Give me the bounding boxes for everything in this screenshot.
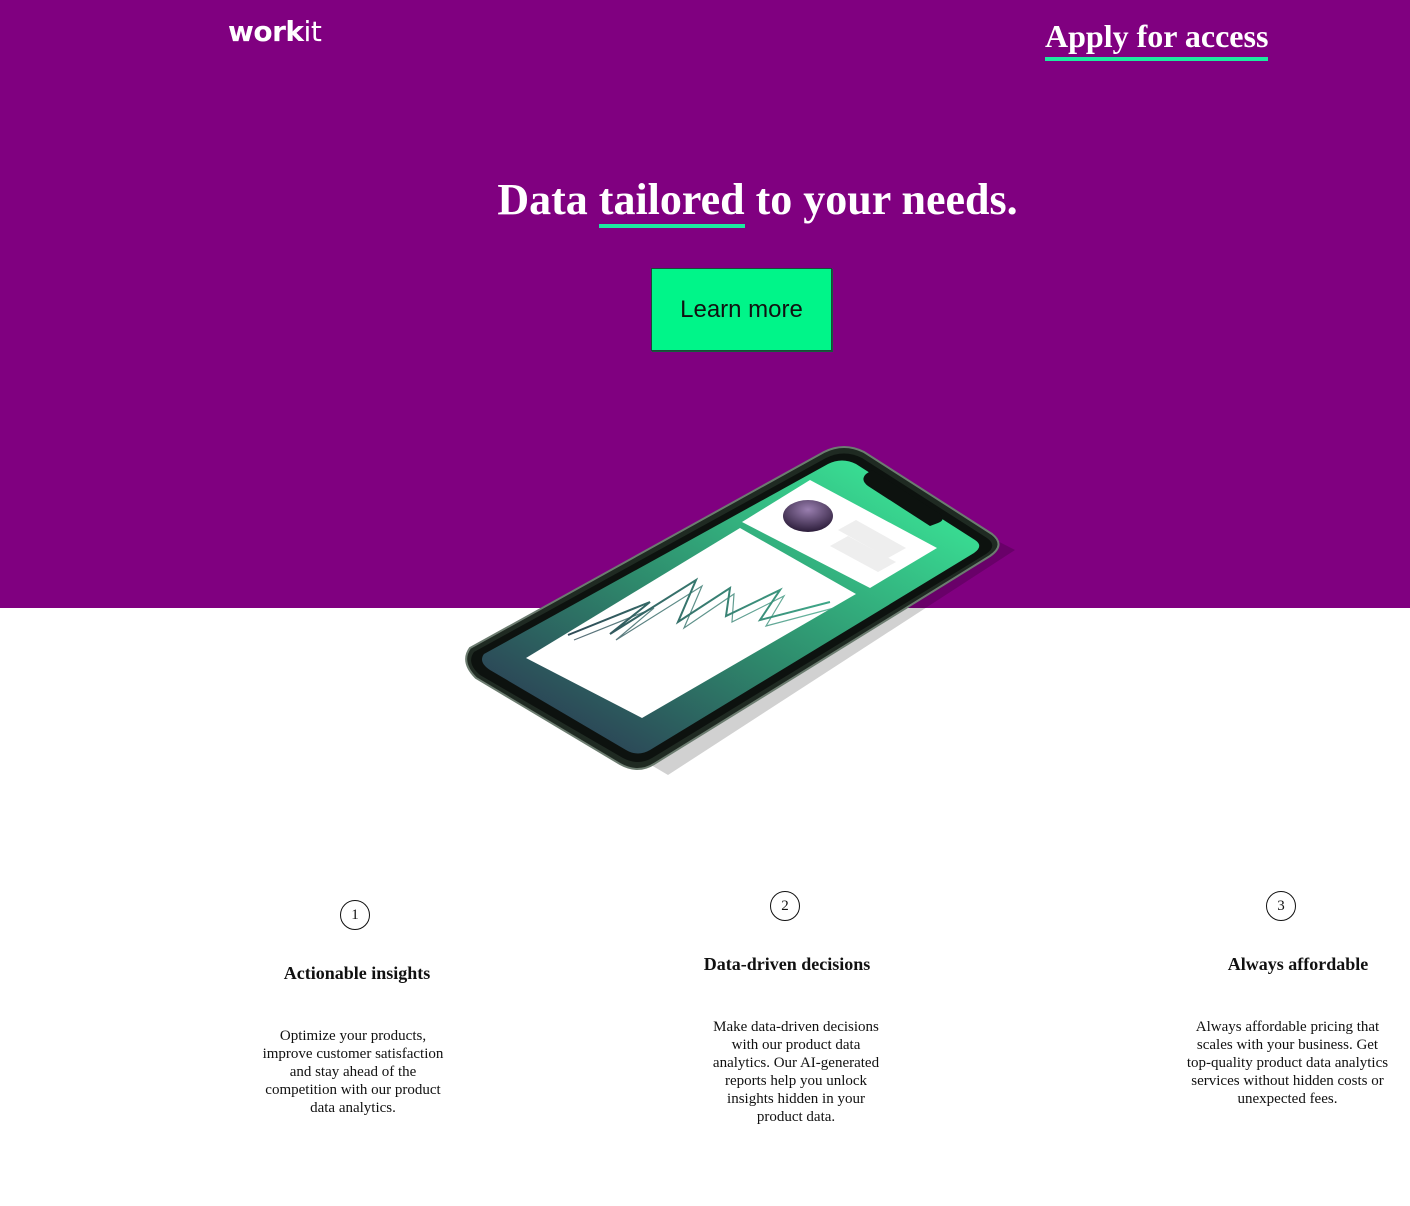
- logo-light-text: it: [303, 15, 322, 48]
- feature-3-description: Always affordable pricing that scales wi…: [1186, 1019, 1389, 1107]
- phone-illustration: [465, 446, 1015, 775]
- feature-2-title: Data-driven decisions: [703, 954, 871, 974]
- feature-2-number-badge: 2: [770, 891, 800, 921]
- landing-page: workit Apply for access Data tailored to…: [0, 0, 1410, 1206]
- workit-logo[interactable]: workit: [228, 14, 322, 50]
- headline-text-after: to your needs.: [744, 175, 1018, 224]
- feature-1-number-badge: 1: [340, 900, 370, 930]
- apply-for-access-link[interactable]: Apply for access: [1045, 16, 1269, 61]
- learn-more-button[interactable]: Learn more: [651, 268, 832, 351]
- headline-text-before: Data: [497, 175, 599, 224]
- feature-1-description: Optimize your products, improve customer…: [262, 1028, 444, 1116]
- feature-2-description: Make data-driven decisions with our prod…: [712, 1019, 880, 1125]
- hero-headline: Data tailored to your needs.: [0, 172, 1410, 228]
- headline-accent-word: tailored: [598, 175, 745, 228]
- feature-3-title: Always affordable: [1227, 954, 1369, 974]
- feature-3-number-badge: 3: [1266, 891, 1296, 921]
- logo-bold-text: work: [228, 15, 304, 48]
- feature-1-title: Actionable insights: [283, 963, 431, 983]
